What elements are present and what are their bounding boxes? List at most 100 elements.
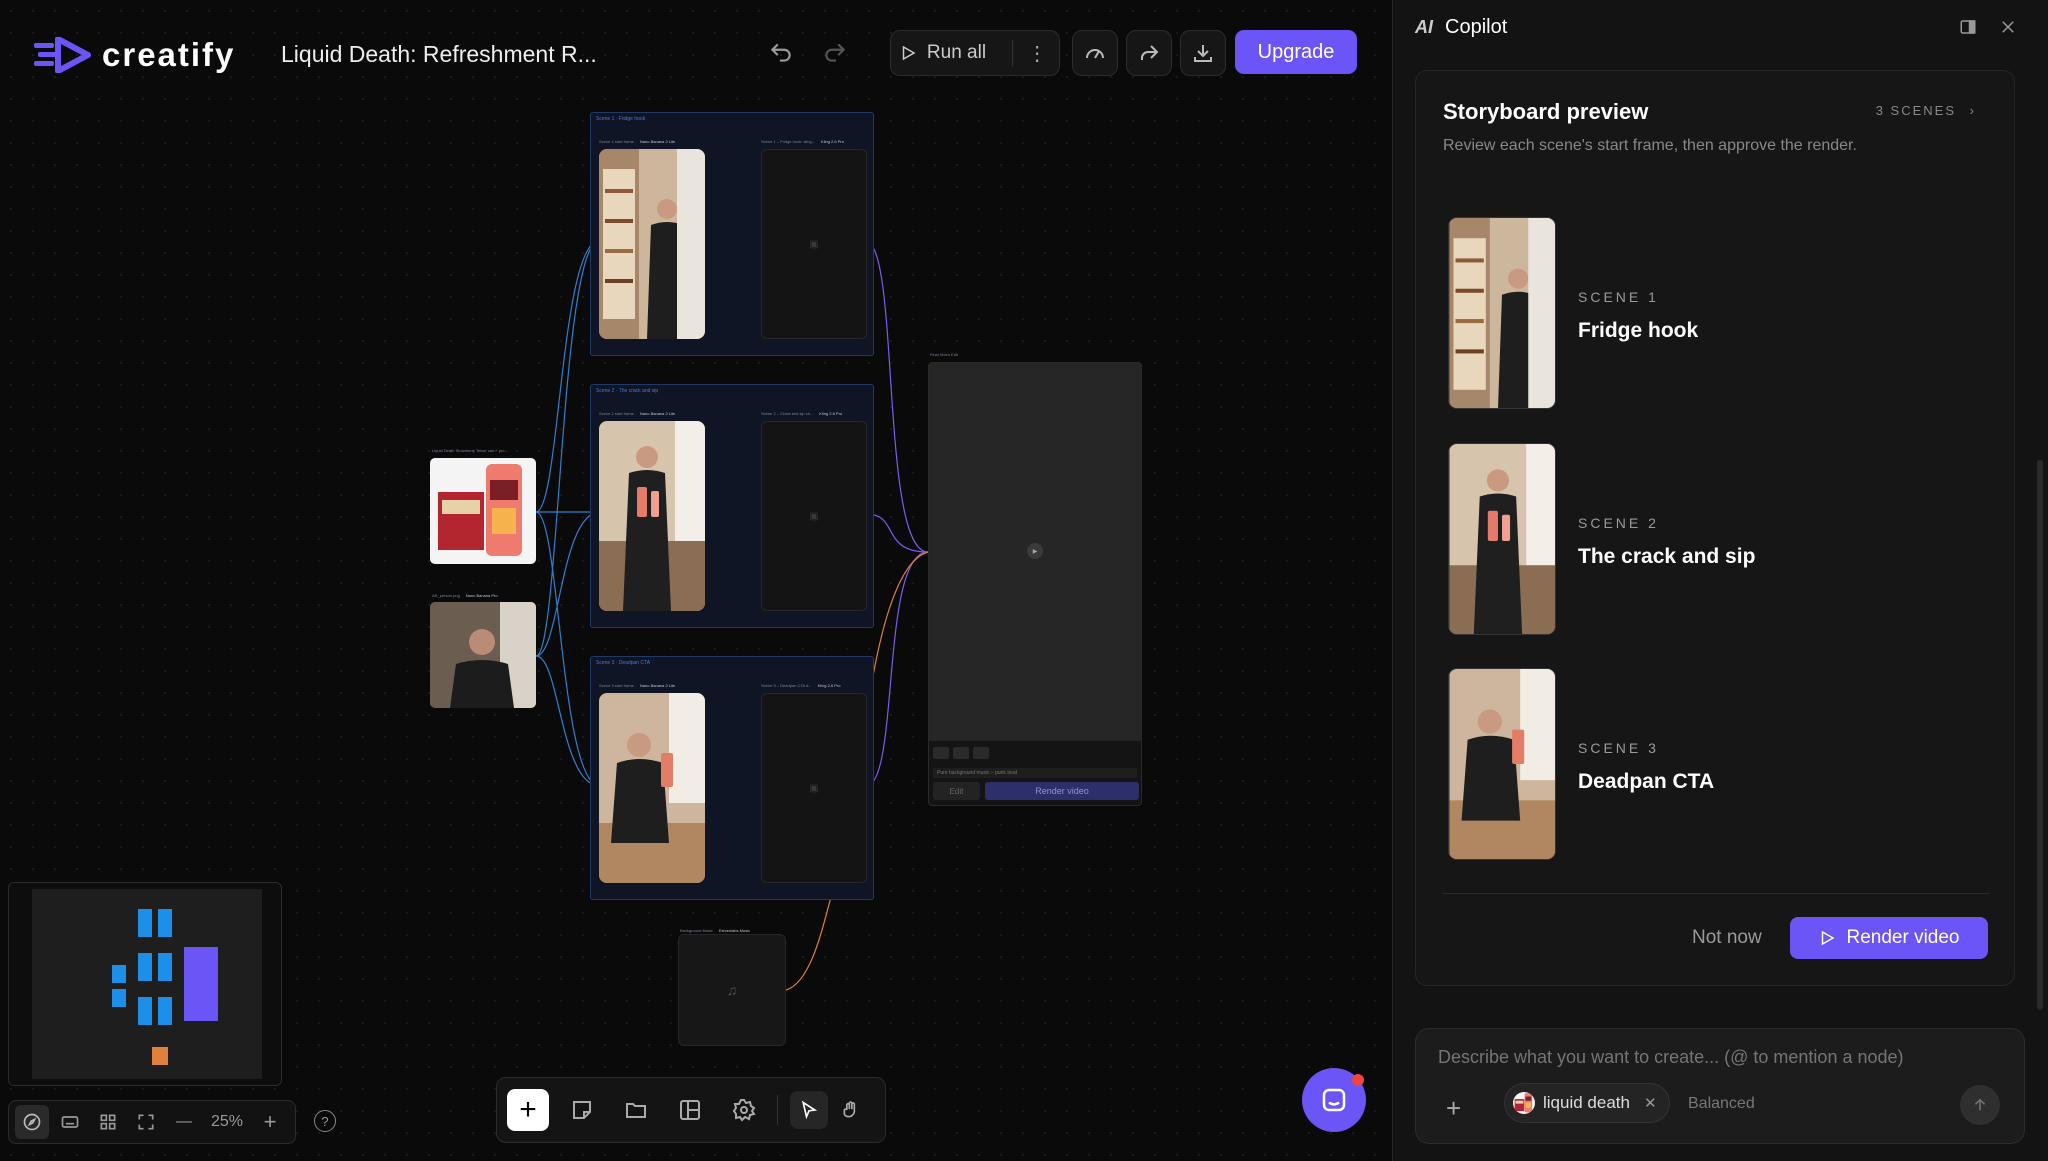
scene-2-image xyxy=(599,421,705,611)
share-button[interactable] xyxy=(1126,30,1172,76)
scenes-count-link[interactable]: 3 SCENES › xyxy=(1876,103,1976,118)
minimap-node xyxy=(158,909,172,937)
settings-button[interactable] xyxy=(723,1089,765,1131)
scene-1-start-frame[interactable] xyxy=(599,149,705,339)
copilot-title: Copilot xyxy=(1445,16,1508,38)
product-image-node[interactable] xyxy=(430,458,536,564)
not-now-button[interactable]: Not now xyxy=(1692,927,1762,949)
dock-panel-icon[interactable] xyxy=(1959,18,1977,41)
copilot-header: AI Copilot xyxy=(1415,16,1507,39)
minimap[interactable] xyxy=(8,882,282,1086)
chat-support-button[interactable] xyxy=(1302,1068,1366,1132)
creatify-logo[interactable]: creatify xyxy=(34,36,235,74)
prompt-input[interactable] xyxy=(1438,1047,1998,1068)
divider xyxy=(777,1095,778,1125)
scene-name: Deadpan CTA xyxy=(1578,770,1715,793)
play-icon xyxy=(1822,930,1835,946)
minimap-node xyxy=(158,953,172,981)
tool-chip[interactable] xyxy=(973,747,989,759)
undo-button[interactable] xyxy=(761,33,801,73)
scene-group-1[interactable]: Scene 1 · Fridge hook Scene 1 start fram… xyxy=(590,112,874,356)
zoom-in-button[interactable]: + xyxy=(253,1105,287,1139)
download-button[interactable] xyxy=(1180,30,1226,76)
scene-2-video-node[interactable]: ▣ xyxy=(761,421,867,611)
final-video-node[interactable]: ▶ Pure background music – punk beat Edit… xyxy=(928,362,1142,806)
final-render-button[interactable]: Render video xyxy=(985,782,1139,800)
remove-chip-icon[interactable]: ✕ xyxy=(1644,1094,1657,1112)
play-icon[interactable]: ▶ xyxy=(1027,543,1043,559)
folder-button[interactable] xyxy=(615,1089,657,1131)
fit-view-button[interactable] xyxy=(129,1105,163,1139)
grid-icon xyxy=(100,1114,116,1130)
tool-chip[interactable] xyxy=(933,747,949,759)
scene-group-3[interactable]: Scene 3 · Deadpan CTA Scene 3 start fram… xyxy=(590,656,874,900)
speed-button[interactable] xyxy=(1072,30,1118,76)
scene-thumbnail[interactable] xyxy=(1448,443,1556,635)
scene-group-2[interactable]: Scene 2 · The crack and sip Scene 2 star… xyxy=(590,384,874,628)
send-button[interactable] xyxy=(1960,1085,2000,1125)
folder-icon xyxy=(626,1103,646,1118)
start-frame-header: Scene 1 start frame Nano Banana 2 Lite xyxy=(599,139,675,144)
attach-plus-icon[interactable]: + xyxy=(1446,1093,1461,1124)
scene-2-start-frame[interactable] xyxy=(599,421,705,611)
background-music-node[interactable]: ♫ xyxy=(678,934,786,1046)
scene-3-video-node[interactable]: ▣ xyxy=(761,693,867,883)
navigate-button[interactable] xyxy=(15,1105,49,1139)
person-image-node[interactable] xyxy=(430,602,536,708)
hand-icon xyxy=(843,1101,856,1118)
scene-thumbnail[interactable] xyxy=(1448,217,1556,409)
redo-button[interactable] xyxy=(815,33,855,73)
wire xyxy=(865,551,929,721)
scene-1-video-node[interactable]: ▣ xyxy=(761,149,867,339)
minimap-node xyxy=(138,953,152,981)
scrollbar[interactable] xyxy=(2037,460,2043,1010)
chip-thumbnail xyxy=(1513,1092,1535,1114)
final-edit-button[interactable]: Edit xyxy=(933,782,980,800)
mode-selector[interactable]: Balanced xyxy=(1688,1095,1755,1113)
run-all-button[interactable]: Run all ⋮ xyxy=(890,30,1060,76)
scene-thumbnail[interactable] xyxy=(1448,668,1556,860)
add-node-button[interactable]: + xyxy=(507,1089,549,1131)
play-icon xyxy=(902,45,916,61)
group-label: Scene 2 · The crack and sip xyxy=(596,388,659,394)
redo-icon xyxy=(825,43,846,62)
copilot-panel: AI Copilot Storyboard preview Review eac… xyxy=(1392,0,2048,1161)
sticky-note-button[interactable] xyxy=(561,1089,603,1131)
close-icon[interactable] xyxy=(1999,18,2017,41)
scene-3-start-frame[interactable] xyxy=(599,693,705,883)
minimap-node xyxy=(112,965,126,983)
person-image xyxy=(430,602,536,708)
download-icon xyxy=(1194,45,1212,62)
more-options-icon[interactable]: ⋮ xyxy=(1023,41,1051,66)
render-video-button[interactable]: Render video xyxy=(1790,917,1988,959)
scene-3-thumbnail xyxy=(1449,669,1556,860)
close-x-icon xyxy=(2002,21,2014,33)
scene-row-3[interactable]: SCENE 3 Deadpan CTA xyxy=(1448,668,2008,864)
pan-tool-button[interactable] xyxy=(832,1091,870,1129)
keyboard-button[interactable] xyxy=(53,1105,87,1139)
mention-chip[interactable]: liquid death ✕ xyxy=(1504,1083,1670,1123)
select-tool-button[interactable] xyxy=(790,1091,828,1129)
grid-button[interactable] xyxy=(91,1105,125,1139)
minimap-viewport xyxy=(32,889,262,1079)
scene-row-2[interactable]: SCENE 2 The crack and sip xyxy=(1448,443,2008,639)
zoom-out-button[interactable]: — xyxy=(167,1105,201,1139)
tool-chip[interactable] xyxy=(953,747,969,759)
minimap-node xyxy=(184,947,218,1021)
arrow-up-icon xyxy=(1974,1098,1986,1111)
project-title[interactable]: Liquid Death: Refreshment R... xyxy=(281,41,597,68)
minimap-node xyxy=(138,997,152,1025)
divider xyxy=(1012,40,1014,66)
person-node-label: AR_person.png xyxy=(432,593,460,598)
scene-row-1[interactable]: SCENE 1 Fridge hook xyxy=(1448,217,2008,413)
help-icon[interactable]: ? xyxy=(314,1110,336,1132)
upgrade-button[interactable]: Upgrade xyxy=(1235,30,1357,74)
final-prompt[interactable]: Pure background music – punk beat xyxy=(933,768,1137,778)
workflow-canvas[interactable]: creatify Liquid Death: Refreshment R... … xyxy=(0,0,1392,1161)
scene-1-image xyxy=(599,149,705,339)
layout-button[interactable] xyxy=(669,1089,711,1131)
compass-icon xyxy=(23,1113,41,1131)
product-image xyxy=(430,458,536,564)
scene-number: SCENE 1 xyxy=(1578,289,1659,305)
minimap-node xyxy=(158,997,172,1025)
